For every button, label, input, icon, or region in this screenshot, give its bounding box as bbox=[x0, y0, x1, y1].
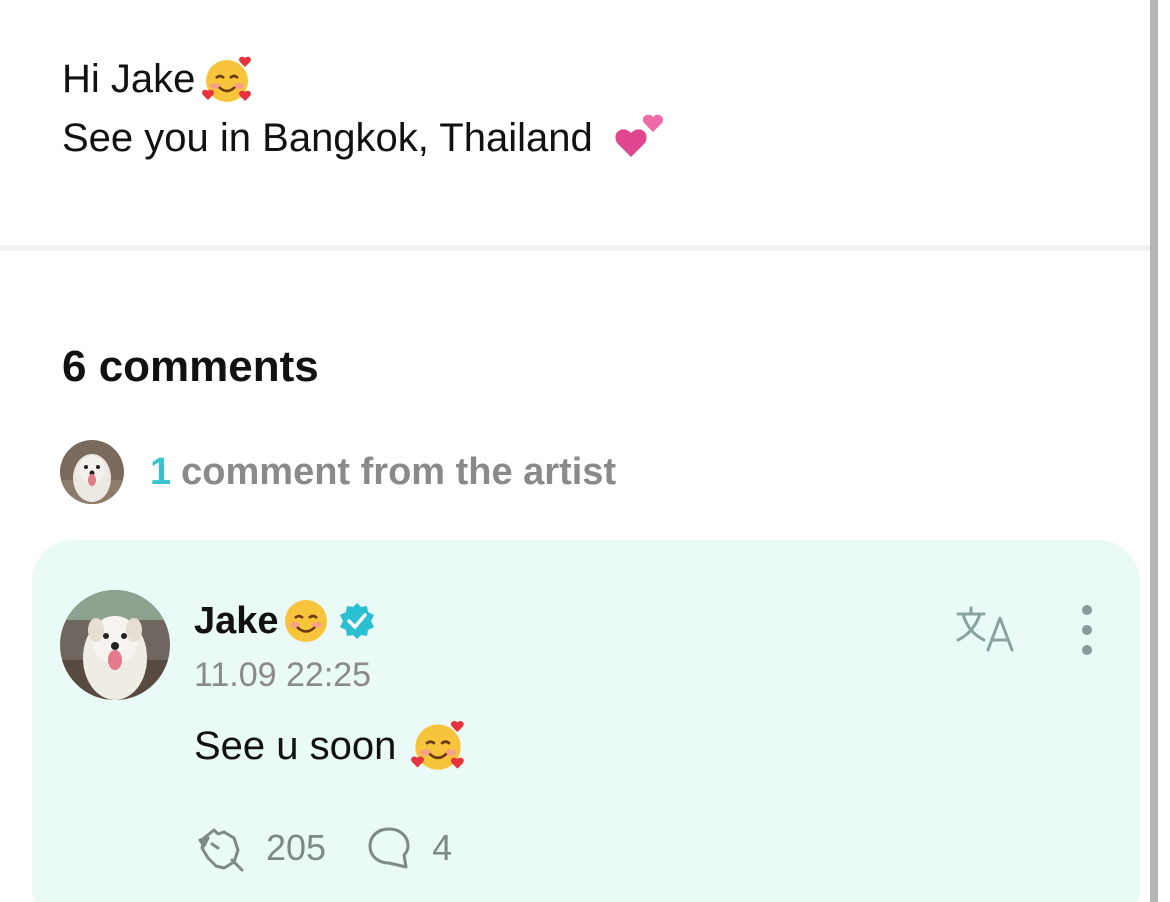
comments-count-title: 6 comments bbox=[62, 342, 319, 391]
avatar[interactable] bbox=[60, 590, 170, 700]
smiling-face-icon bbox=[283, 598, 329, 644]
reply-button[interactable]: 4 bbox=[366, 825, 452, 871]
section-divider bbox=[0, 245, 1150, 251]
like-count: 205 bbox=[266, 827, 327, 868]
artist-comments-link[interactable]: 1 comment from the artist bbox=[60, 440, 616, 504]
comment-bubble-icon bbox=[368, 827, 410, 869]
translate-button[interactable] bbox=[954, 602, 1018, 656]
more-options-button[interactable] bbox=[1072, 600, 1102, 660]
comment-author-row: Jake bbox=[194, 596, 377, 646]
post-text: Hi Jake bbox=[62, 57, 196, 101]
artist-comment-label: comment from the artist bbox=[181, 450, 617, 493]
more-vertical-icon bbox=[1082, 605, 1092, 655]
artist-avatar bbox=[60, 440, 124, 504]
comment-timestamp: 11.09 22:25 bbox=[194, 656, 372, 694]
verified-badge-icon bbox=[337, 601, 377, 641]
artist-comments-label: 1 comment from the artist bbox=[150, 451, 616, 494]
post-line: See you in Bangkok, Thailand bbox=[62, 109, 1122, 168]
author-name[interactable]: Jake bbox=[194, 600, 279, 643]
post-body: Hi Jake See you in Bangkok, Thailand bbox=[62, 50, 1122, 168]
post-detail-screen: Hi Jake See you in Bangkok, Thailand 6 c… bbox=[0, 0, 1170, 902]
reply-count: 4 bbox=[432, 827, 453, 868]
comment-actions: 205 4 bbox=[194, 820, 452, 876]
smiling-face-with-hearts-icon bbox=[201, 54, 253, 106]
comment-body: See u soon bbox=[194, 723, 397, 768]
cheer-icon bbox=[198, 828, 244, 872]
artist-comment-count: 1 bbox=[150, 450, 172, 493]
two-hearts-icon bbox=[611, 113, 667, 165]
translate-icon bbox=[956, 606, 1014, 652]
post-text: See you in Bangkok, Thailand bbox=[62, 116, 593, 160]
scrollbar[interactable] bbox=[1150, 0, 1158, 902]
comment-text: See u soon bbox=[194, 716, 466, 776]
like-button[interactable]: 205 bbox=[194, 824, 326, 872]
post-line: Hi Jake bbox=[62, 50, 1122, 109]
smiling-face-with-hearts-icon bbox=[410, 718, 466, 774]
